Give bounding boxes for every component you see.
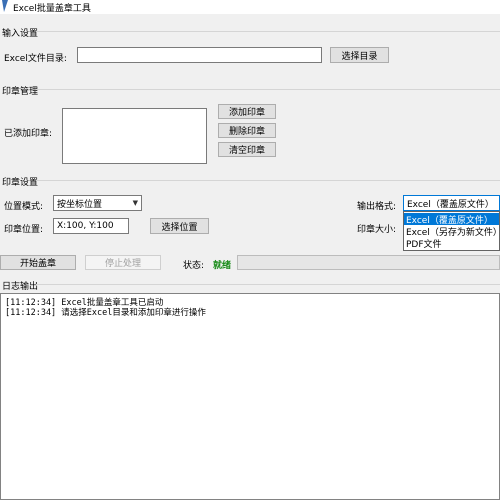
stamp-list[interactable] <box>62 108 207 164</box>
stamp-management-title: 印章管理 <box>2 87 39 97</box>
stamp-management-divider <box>36 89 500 90</box>
log-output-title: 日志输出 <box>2 282 39 292</box>
position-mode-select[interactable]: 按坐标位置 ▼ <box>53 195 142 211</box>
start-stamping-button[interactable]: 开始盖章 <box>0 255 76 270</box>
app-icon <box>0 0 10 12</box>
excel-dir-label: Excel文件目录: <box>4 54 67 64</box>
stamp-position-label: 印章位置: <box>4 225 44 235</box>
progress-bar <box>237 255 500 270</box>
stop-processing-button[interactable]: 停止处理 <box>85 255 161 270</box>
log-line: [11:12:34] 请选择Excel目录和添加印章进行操作 <box>5 308 206 318</box>
chevron-down-icon: ▼ <box>132 199 138 207</box>
stamp-position-input[interactable]: X:100, Y:100 <box>53 218 129 234</box>
input-settings-title: 输入设置 <box>2 29 39 39</box>
log-text-area[interactable]: [11:12:34] Excel批量盖章工具已启动 [11:12:34] 请选择… <box>0 293 500 500</box>
status-value: 就绪 <box>213 261 232 271</box>
output-option-overwrite[interactable]: Excel（覆盖原文件） <box>404 213 499 226</box>
delete-stamp-button[interactable]: 删除印章 <box>218 123 276 138</box>
choose-position-button[interactable]: 选择位置 <box>150 218 209 234</box>
output-option-pdf[interactable]: PDF文件 <box>404 237 499 250</box>
title-bar: Excel批量盖章工具 <box>0 0 500 14</box>
log-line: [11:12:34] Excel批量盖章工具已启动 <box>5 298 164 308</box>
status-label: 状态: <box>183 261 205 271</box>
log-output-divider <box>36 284 500 285</box>
clear-stamps-button[interactable]: 清空印章 <box>218 142 276 157</box>
position-mode-label: 位置模式: <box>4 202 44 212</box>
added-stamps-label: 已添加印章: <box>4 129 53 139</box>
window-title: Excel批量盖章工具 <box>13 4 91 14</box>
stamp-settings-title: 印章设置 <box>2 178 39 188</box>
output-format-value: Excel（覆盖原文件） <box>407 199 494 210</box>
stamp-settings-divider <box>36 180 500 181</box>
choose-dir-button[interactable]: 选择目录 <box>330 47 389 63</box>
excel-dir-input[interactable] <box>77 47 322 63</box>
add-stamp-button[interactable]: 添加印章 <box>218 104 276 119</box>
input-settings-divider <box>36 31 500 32</box>
output-format-dropdown: Excel（覆盖原文件） Excel（另存为新文件） PDF文件 <box>403 211 500 251</box>
stamp-size-label: 印章大小: <box>357 225 397 235</box>
output-format-select[interactable]: Excel（覆盖原文件） <box>403 195 500 211</box>
output-option-save-new[interactable]: Excel（另存为新文件） <box>404 225 500 238</box>
output-format-label: 输出格式: <box>357 202 397 212</box>
position-mode-value: 按坐标位置 <box>57 199 103 210</box>
